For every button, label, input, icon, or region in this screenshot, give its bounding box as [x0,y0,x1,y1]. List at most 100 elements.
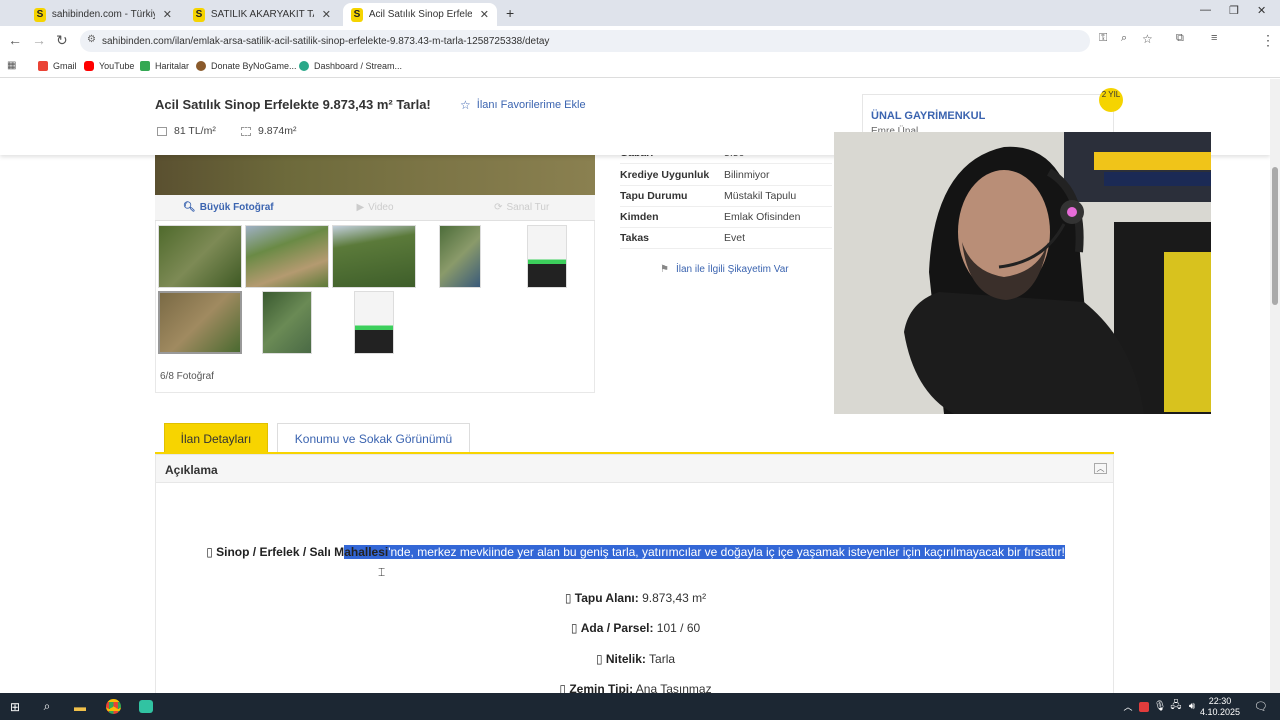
bullet-icon: ▯ [564,591,575,605]
tab-title: Acil Satılık Sinop Erfelekte 9.87 [368,9,472,20]
site-info-icon[interactable]: ⚙ [87,34,96,45]
minimize-icon[interactable]: — [1200,4,1211,16]
bookmark-donate[interactable]: Donate ByNoGame... [196,61,297,71]
line-label: Ada / Parsel: [580,621,654,635]
file-explorer-icon[interactable]: ▬ [70,697,90,716]
area-info: 9.874m² [241,125,297,137]
windows-start-icon[interactable]: ⊞ [5,697,25,716]
close-tab-icon[interactable]: ✕ [480,8,489,21]
bookmark-label: Haritalar [155,61,190,71]
photo-thumbnail[interactable] [262,291,312,354]
line-value: 101 / 60 [656,621,701,635]
system-clock[interactable]: 22:30 4.10.2025 [1198,696,1242,718]
bookmark-gmail[interactable]: Gmail [38,61,77,71]
add-favorite-link[interactable]: ☆ İlanı Favorilerime Ekle [460,98,586,112]
photo-thumbnail[interactable] [439,225,481,288]
bookmark-label: Donate ByNoGame... [211,61,297,71]
maps-icon [140,61,150,71]
bookmark-dashboard[interactable]: Dashboard / Stream... [299,61,402,71]
scrollbar-thumb[interactable] [1272,167,1278,305]
line-label: Zemin Tipi: [569,682,634,693]
area-icon [241,126,251,136]
url-field[interactable]: ⚙ sahibinden.com/ilan/emlak-arsa-satilik… [80,30,1090,52]
detail-row: Kimden Emlak Ofisinden [620,207,832,228]
description-body: ▯ Sinop / Erfelek / Salı Mahallesi'nde, … [155,483,1114,693]
description-intro: ▯ Sinop / Erfelek / Salı Mahallesi'nde, … [156,545,1115,559]
detail-row: Takas Evet [620,228,832,249]
complaint-label: İlan ile İlgili Şikayetim Var [675,264,789,275]
description-line: ▯ Nitelik: Tarla [156,652,1115,666]
video-button[interactable]: ▶ Video [302,195,449,220]
photo-count: 6/8 Fotoğraf [160,371,214,382]
close-window-icon[interactable]: ✕ [1257,4,1266,17]
photo-tools: 🔍︎ Büyük Fotoğraf ▶ Video ⟳ Sanal Tur [155,195,595,221]
description-line: ▯ Tapu Alanı: 9.873,43 m² [156,591,1115,605]
description-line: ▯ Ada / Parsel: 101 / 60 [156,621,1115,635]
photo-thumbnail[interactable] [245,225,329,288]
chrome-icon[interactable] [103,697,123,716]
line-label: Tapu Alanı: [574,591,639,605]
main-photo[interactable] [155,155,595,195]
line-value: Ana Taşınmaz [635,682,712,693]
page-scrollbar[interactable] [1270,79,1280,693]
play-icon: ▶ [356,202,365,213]
detail-value: Evet [724,232,746,244]
close-tab-icon[interactable]: ✕ [322,8,331,21]
search-icon[interactable]: ⌕ [37,697,57,716]
streamer-video [834,132,1211,414]
reload-icon[interactable]: ↻ [56,32,68,49]
detail-label: Tapu Durumu [620,190,688,202]
sahibinden-favicon: S [351,7,363,22]
star-icon: ☆ [460,98,471,112]
photo-thumbnail[interactable] [332,225,416,288]
donate-icon [196,61,206,71]
collapse-icon[interactable]: ︿ [1094,463,1107,474]
browser-tab-3[interactable]: S Acil Satılık Sinop Erfelekte 9.87 ✕ [343,3,497,26]
extensions-icon[interactable]: ⧉ [1176,32,1184,45]
virtual-tour-button[interactable]: ⟳ Sanal Tur [448,195,595,220]
apps-grid-icon[interactable]: ▦ [7,60,16,71]
seller-name[interactable]: ÜNAL GAYRİMENKUL [871,110,985,122]
bullet-icon: ▯ [559,682,570,693]
forward-icon[interactable]: → [32,32,46,48]
price-per-m2: 81 TL/m² [157,125,216,137]
bookmark-youtube[interactable]: YouTube [84,61,134,71]
selected-text: ahallesi'nde, merkez mevkiinde yer alan … [344,545,1065,559]
url-text: sahibinden.com/ilan/emlak-arsa-satilik-a… [102,35,550,47]
restore-icon[interactable]: ❐ [1229,4,1239,17]
detail-label: Kimden [620,211,659,223]
complaint-link[interactable]: ⚑ İlan ile İlgili Şikayetim Var [660,264,789,275]
add-favorite-label: İlanı Favorilerime Ekle [476,99,586,111]
photo-thumbnail[interactable] [354,291,394,354]
zoom-icon[interactable]: ⌕ [1121,32,1127,45]
streamlabs-icon[interactable] [136,697,156,716]
webcam-overlay [834,132,1211,414]
bookmark-label: Gmail [53,61,77,71]
media-control-icon[interactable]: ≡ [1211,32,1217,44]
membership-badge: 2 YIL [1099,88,1123,112]
tab-location-street-view[interactable]: Konumu ve Sokak Görünümü [277,423,470,453]
back-icon[interactable]: ← [8,32,22,48]
address-bar-row: ← → ↻ ⚙ sahibinden.com/ilan/emlak-arsa-s… [0,26,1280,73]
video-label: Video [368,202,394,213]
bullet-icon: ▯ [595,652,606,666]
browser-tab-2[interactable]: S SATILIK AKARYAKIT TANKERİ - Y ✕ [185,3,339,26]
bookmark-star-icon[interactable]: ☆ [1142,32,1153,46]
detail-value: Emlak Ofisinden [724,211,801,223]
notifications-icon[interactable]: 🗨︎ [1251,697,1271,716]
windows-taskbar: ⊞ ⌕ ▬ ︿ 🎙︎ 🖧︎ 🔊︎ 22:30 4.10.2025 🗨︎ [0,693,1280,720]
large-photo-button[interactable]: 🔍︎ Büyük Fotoğraf [155,195,302,220]
tab-title: SATILIK AKARYAKIT TANKERİ - Y [210,9,314,20]
close-tab-icon[interactable]: ✕ [163,8,172,21]
photo-thumbnail[interactable] [527,225,567,288]
password-key-icon[interactable]: ⚿ [1099,32,1107,45]
tab-listing-details[interactable]: İlan Detayları [164,423,268,453]
browser-tab-1[interactable]: S sahibinden.com - Türkiye'nin O ✕ [26,3,180,26]
area-value: 9.874m² [258,125,297,137]
line-label: Nitelik: [605,652,646,666]
photo-thumbnail[interactable] [158,225,242,288]
new-tab-button[interactable]: + [506,5,514,21]
photo-thumbnail-selected[interactable] [158,291,242,354]
bookmark-maps[interactable]: Haritalar [140,61,189,71]
menu-dots-icon[interactable]: ⋮ [1261,32,1275,49]
